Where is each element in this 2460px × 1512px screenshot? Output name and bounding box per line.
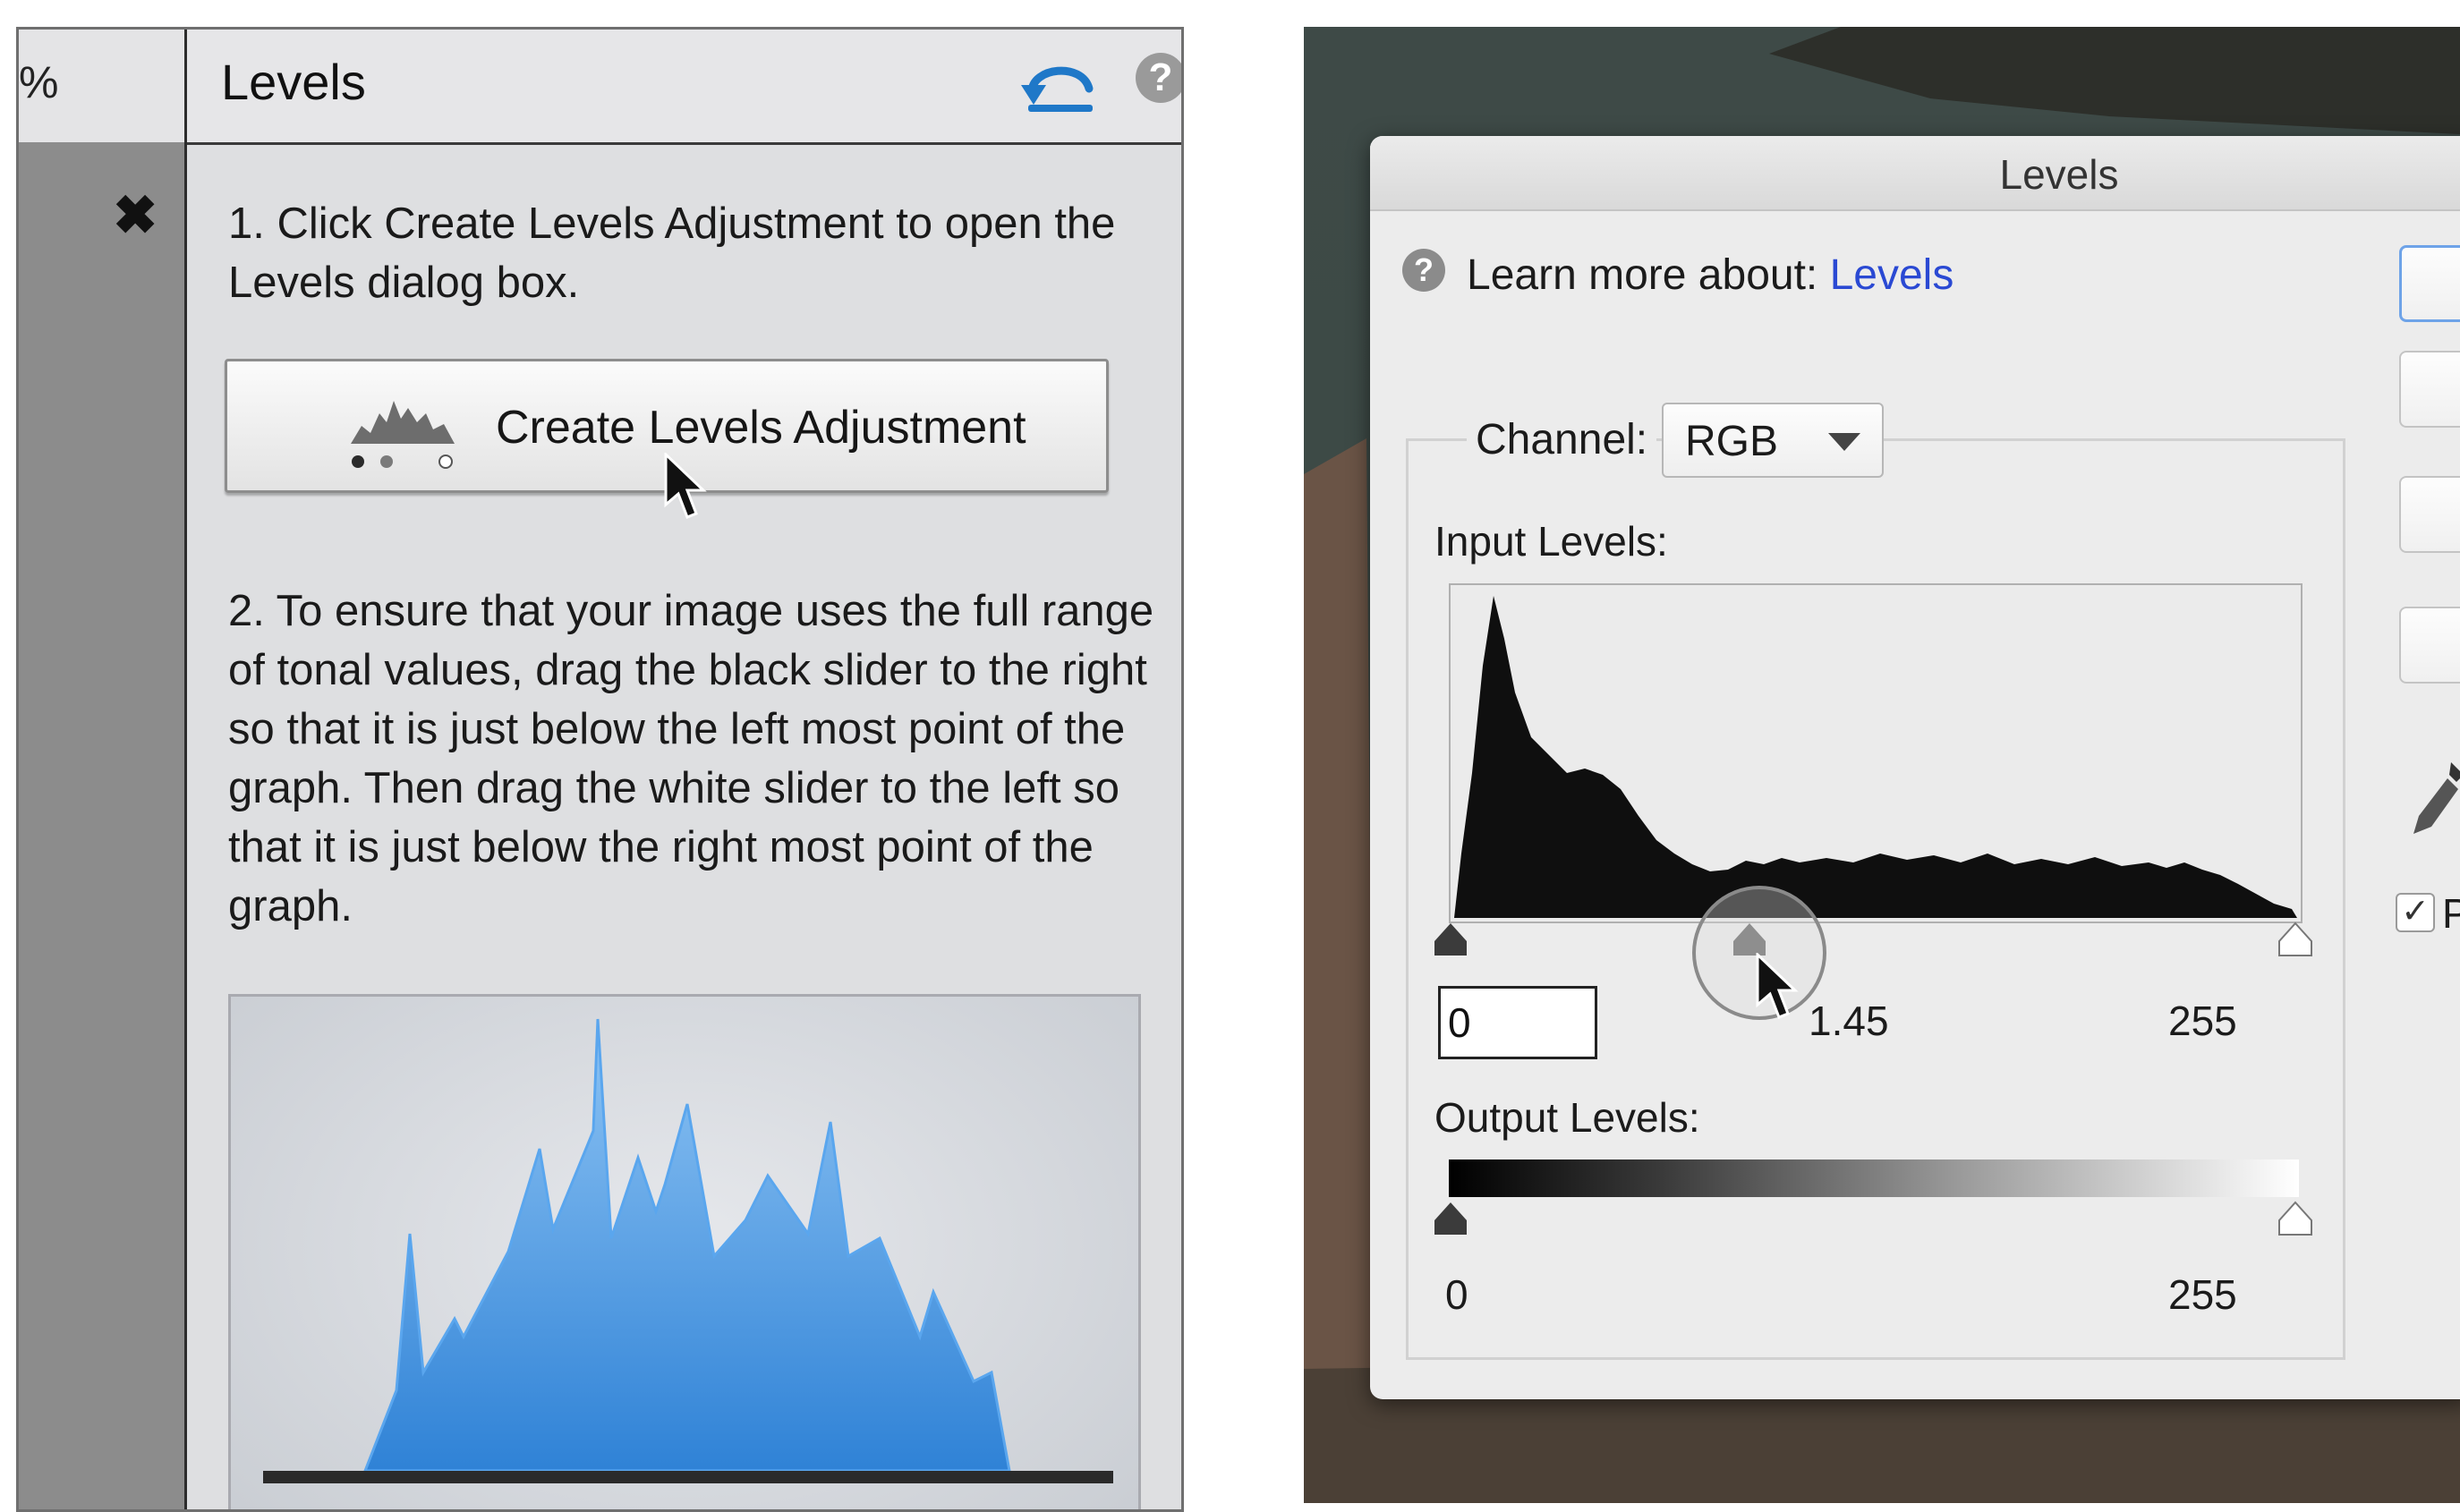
input-histogram [1449,583,2303,923]
output-levels-label: Output Levels: [1434,1094,1700,1141]
histogram-levels-icon [351,401,455,469]
input-white-slider[interactable] [2276,922,2315,957]
help-icon[interactable]: ? [1402,249,1445,292]
histogram-preview-illustration [228,994,1141,1509]
zoom-percent-glyph: % [19,57,59,107]
reset-button[interactable] [2399,476,2460,553]
create-levels-adjustment-label: Create Levels Adjustment [496,402,1026,454]
auto-button[interactable] [2399,607,2460,684]
dialog-titlebar: Levels [1370,136,2460,211]
learn-more-text: Learn more about: Levels [1467,251,1954,300]
input-gamma-slider[interactable] [1730,922,1769,957]
guided-levels-panel: % ✖ Levels ? 1. Click Create Levels Adju… [16,27,1184,1512]
levels-help-link[interactable]: Levels [1830,251,1954,299]
ok-button[interactable] [2399,245,2460,322]
panel-gutter-shade [19,142,184,1509]
output-white-value: 255 [2168,1271,2237,1318]
input-levels-label: Input Levels: [1434,518,1668,565]
mouse-cursor [1756,953,1799,1019]
preview-label: Preview [2442,890,2460,937]
output-black-slider[interactable] [1431,1201,1470,1236]
mouse-cursor [664,453,707,519]
reset-icon[interactable] [1019,49,1100,121]
help-icon[interactable]: ? [1136,53,1181,103]
chevron-down-icon [1828,433,1860,451]
input-black-slider[interactable] [1431,922,1470,957]
output-white-slider[interactable] [2276,1201,2315,1236]
channel-select[interactable]: RGB [1662,403,1884,478]
input-gamma-value: 1.45 [1809,998,1889,1044]
preview-checkbox[interactable]: ✓ [2396,893,2435,932]
dialog-title: Levels [1999,151,2119,198]
panel-header: Levels ? [187,30,1181,145]
channel-selected-value: RGB [1685,418,1779,465]
step-1-instructions: 1. Click Create Levels Adjustment to ope… [228,200,1116,307]
input-black-field[interactable] [1438,986,1597,1059]
learn-more-prefix: Learn more about: [1467,251,1830,299]
step-2-instructions: 2. To ensure that your image uses the fu… [228,587,1154,930]
output-black-value: 0 [1445,1271,1468,1318]
input-white-value: 255 [2168,998,2237,1044]
histogram-graph [263,1018,1113,1483]
panel-title: Levels [221,54,366,110]
channel-label: Channel: [1467,415,1657,464]
output-gradient-bar [1449,1159,2299,1197]
eyedropper-icon[interactable] [2408,759,2460,839]
levels-dialog: Levels ? Learn more about: Levels Channe… [1370,136,2460,1399]
histogram-graph [1454,596,2297,918]
close-icon[interactable]: ✖ [113,189,157,242]
cancel-button[interactable] [2399,351,2460,428]
